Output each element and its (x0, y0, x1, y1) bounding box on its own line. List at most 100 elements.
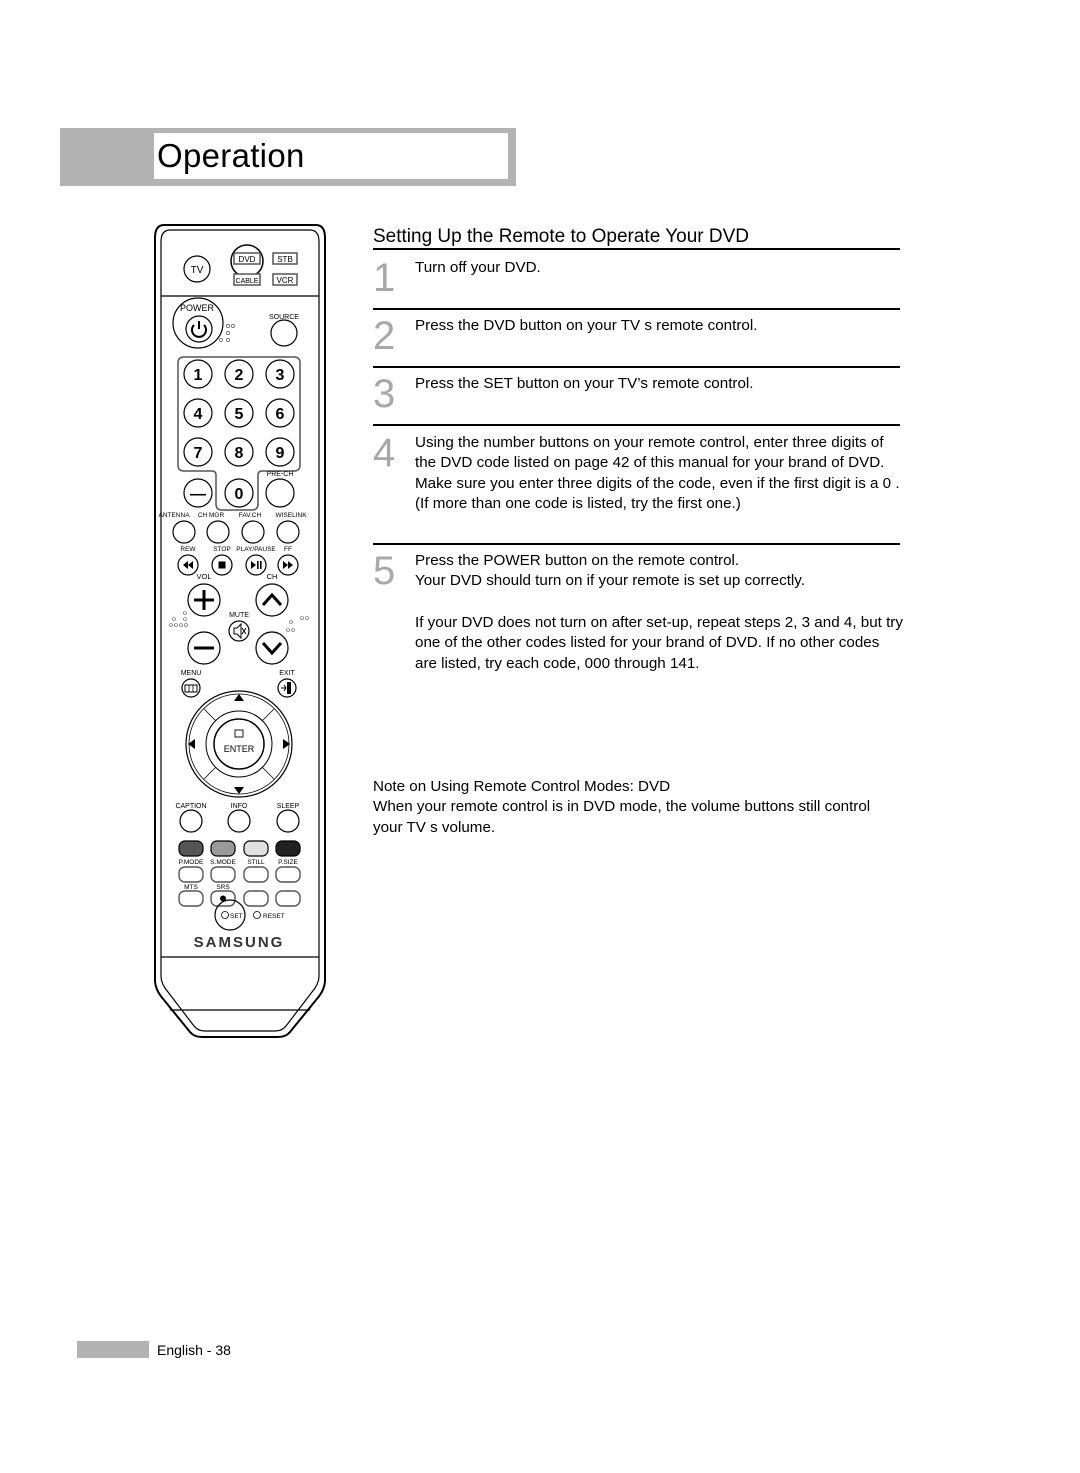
vcr-mode-button: VCR (272, 273, 298, 286)
set-button: SET (221, 911, 243, 920)
step-text: Press the SET button on your TV’s remote… (415, 375, 754, 392)
transport-label: FF (284, 546, 292, 553)
digit-label: 6 (276, 406, 285, 423)
color-button[interactable] (210, 840, 236, 857)
transport-label: STOP (213, 546, 231, 553)
svg-text:EXIT: EXIT (279, 670, 295, 677)
mode-button[interactable]: S.MODE (210, 859, 236, 883)
digit-label: 5 (235, 406, 244, 423)
digit-button-4[interactable]: 4 (183, 398, 213, 428)
svg-text:POWER: POWER (180, 303, 215, 313)
volume-up-button (187, 583, 221, 617)
transport-button[interactable]: REW (177, 546, 199, 576)
digit-label: 7 (194, 445, 203, 462)
transport-button[interactable]: STOP (211, 546, 233, 576)
digit-button-9[interactable]: 9 (265, 437, 295, 467)
transport-button[interactable]: FF (277, 546, 299, 576)
digit-button-6[interactable]: 6 (265, 398, 295, 428)
prech-button (265, 478, 295, 508)
digit-button-5[interactable]: 5 (224, 398, 254, 428)
info-row-label: CAPTION (175, 803, 206, 810)
step-number: 4 (373, 431, 396, 475)
svg-text:CH: CH (267, 572, 278, 581)
stop-icon (218, 561, 226, 569)
step-text: Using the number buttons on your remote … (415, 434, 900, 512)
blank-button[interactable] (275, 890, 301, 907)
note-block: Note on Using Remote Control Modes: DVD … (373, 777, 903, 838)
section-title: Setting Up the Remote to Operate Your DV… (373, 226, 749, 247)
step-text: Press the DVD button on your TV s remote… (415, 317, 758, 334)
info-row-button[interactable]: INFO (227, 803, 251, 833)
audio-button[interactable]: MTS (178, 884, 204, 907)
note-text: When your remote control is in DVD mode,… (373, 798, 871, 836)
color-button[interactable] (243, 840, 269, 857)
blank-button[interactable] (243, 890, 269, 907)
info-row-button[interactable]: CAPTION (175, 803, 207, 833)
digit-button-8[interactable]: 8 (224, 437, 254, 467)
transport-button[interactable]: PLAY/PAUSE (236, 546, 276, 576)
svg-text:ENTER: ENTER (224, 744, 255, 754)
mute-button (228, 620, 250, 642)
indicator-dots (219, 324, 235, 342)
mode-label: S.MODE (210, 859, 236, 866)
info-row-button[interactable]: SLEEP (276, 803, 300, 833)
transport-buttons-row: REW STOP PLAY/PAUSE FF (177, 546, 299, 576)
samsung-logo: SAMSUNG (194, 934, 285, 951)
color-button[interactable] (178, 840, 204, 857)
dvd-mode-button: DVD (233, 252, 261, 265)
mode-button[interactable]: STILL (243, 859, 269, 883)
digit-label: 8 (235, 445, 244, 462)
step-text: Turn off your DVD. (415, 259, 541, 276)
function-button[interactable]: WISELINK (275, 512, 307, 544)
mode-label: P.MODE (179, 859, 204, 866)
digit-button-7[interactable]: 7 (183, 437, 213, 467)
channel-down-button (255, 631, 289, 665)
audio-button[interactable]: SRS (210, 884, 236, 907)
digit-button-1[interactable]: 1 (183, 359, 213, 389)
digit-button-2[interactable]: 2 (224, 359, 254, 389)
cable-mode-button: CABLE (233, 273, 261, 286)
digit-label: 0 (235, 486, 244, 503)
function-buttons-row: ANTENNA CH MGR FAV.CH WISELINK (158, 512, 307, 544)
function-label: WISELINK (275, 512, 307, 519)
exit-icon (287, 682, 291, 694)
footer-bar (77, 1341, 149, 1358)
step-divider (373, 308, 900, 310)
tv-mode-button: TV (183, 255, 211, 283)
digit-button-3[interactable]: 3 (265, 359, 295, 389)
audio-label: MTS (184, 884, 198, 891)
step-divider (373, 424, 900, 426)
function-button[interactable]: ANTENNA (158, 512, 196, 544)
step-divider (373, 543, 900, 545)
function-button[interactable]: FAV.CH (239, 512, 265, 544)
troubleshoot-paragraph: If your DVD does not turn on after set-u… (415, 614, 903, 672)
info-row-label: INFO (231, 803, 248, 810)
dpad: ENTER (185, 690, 293, 798)
digit-label: 9 (276, 445, 285, 462)
mode-button[interactable]: P.MODE (178, 859, 204, 883)
svg-text:PRE-CH: PRE-CH (267, 471, 294, 478)
audio-label: SRS (216, 884, 230, 891)
info-row-label: SLEEP (277, 803, 300, 810)
page-title: Operation (157, 137, 305, 174)
color-buttons-row (178, 840, 301, 857)
function-button[interactable]: CH MGR (198, 512, 230, 544)
mode-button[interactable]: P.SIZE (275, 859, 301, 883)
color-button[interactable] (275, 840, 301, 857)
svg-text:DVD: DVD (239, 255, 256, 264)
function-label: FAV.CH (239, 512, 262, 519)
svg-text:—: — (190, 486, 206, 503)
note-title: Note on Using Remote Control Modes: DVD (373, 778, 671, 795)
svg-text:MENU: MENU (181, 670, 202, 677)
digit-label: 3 (276, 367, 285, 384)
dash-button: — (183, 478, 213, 508)
mode-buttons-row: P.MODE S.MODE STILL P.SIZE (178, 859, 301, 883)
function-label: CH MGR (198, 512, 225, 519)
svg-text:MUTE: MUTE (229, 612, 249, 619)
digit-button-0[interactable]: 0 (224, 478, 254, 508)
power-button (185, 315, 213, 343)
step-5-line-1: Press the POWER button on the remote con… (415, 552, 740, 569)
transport-label: REW (180, 546, 196, 553)
step-number: 3 (373, 372, 396, 416)
svg-text:STB: STB (277, 255, 293, 264)
